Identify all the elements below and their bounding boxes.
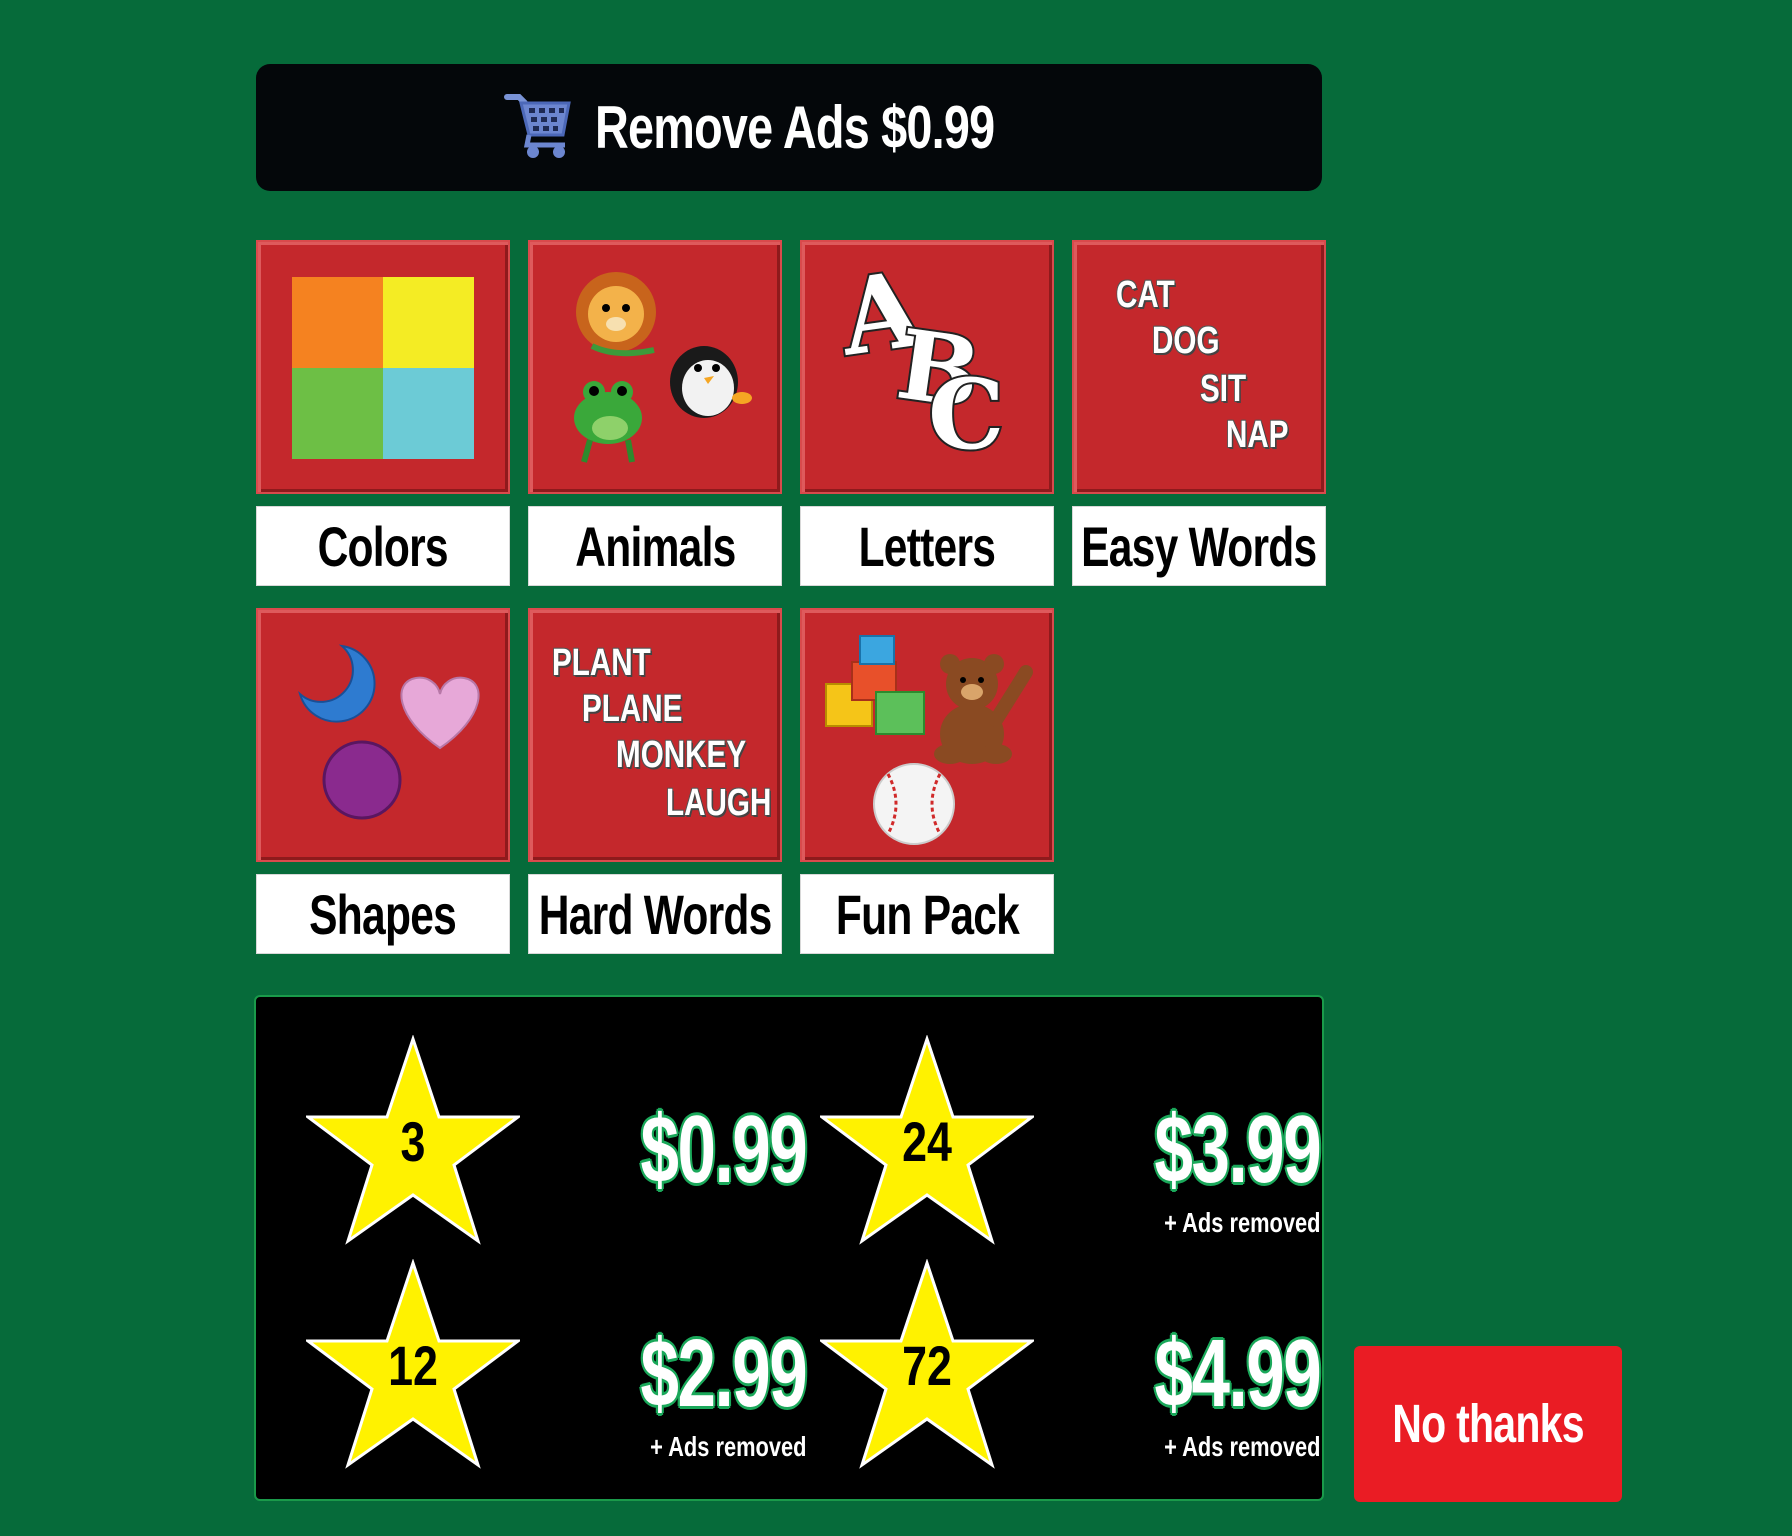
teddy-bear-icon xyxy=(934,654,1033,764)
category-colors-label: Colors xyxy=(317,514,449,578)
category-letters[interactable]: A B C Letters xyxy=(800,240,1054,586)
pack-extra: + Ads removed xyxy=(649,1431,806,1462)
category-hard-words-art: PLANT PLANE MONKEY LAUGH xyxy=(528,608,782,862)
category-easy-words-caption: Easy Words xyxy=(1072,506,1326,586)
category-fun-pack-caption: Fun Pack xyxy=(800,874,1054,954)
easy-word-4: NAP xyxy=(1226,414,1289,456)
remove-ads-button[interactable]: Remove Ads $0.99 xyxy=(256,64,1322,191)
pack-star-count: 24 xyxy=(902,1110,952,1173)
category-animals-label: Animals xyxy=(574,514,736,578)
heart-icon xyxy=(400,676,480,750)
category-hard-words[interactable]: PLANT PLANE MONKEY LAUGH Hard Words xyxy=(528,608,782,954)
frog-icon xyxy=(574,381,642,463)
category-fun-pack-label: Fun Pack xyxy=(835,882,1019,946)
no-thanks-button[interactable]: No thanks xyxy=(1354,1346,1622,1502)
category-hard-words-caption: Hard Words xyxy=(528,874,782,954)
pack-star-count: 72 xyxy=(902,1334,952,1397)
svg-text:C: C xyxy=(928,358,1004,471)
remove-ads-label: Remove Ads $0.99 xyxy=(595,94,995,161)
category-colors[interactable]: Colors xyxy=(256,240,510,586)
category-shapes-caption: Shapes xyxy=(256,874,510,954)
category-easy-words[interactable]: CAT DOG SIT NAP Easy Words xyxy=(1072,240,1326,586)
hard-word-1: PLANT xyxy=(552,642,651,684)
color-squares-icon xyxy=(292,277,474,459)
no-thanks-label: No thanks xyxy=(1392,1394,1584,1454)
category-fun-pack[interactable]: Fun Pack xyxy=(800,608,1054,954)
blocks-icon xyxy=(825,635,925,735)
pack-3-stars[interactable]: 3 $0.99 xyxy=(306,1035,807,1245)
pack-star-count: 12 xyxy=(388,1334,438,1397)
pack-price: $4.99 xyxy=(1154,1320,1321,1427)
category-letters-art: A B C xyxy=(800,240,1054,494)
pack-24-stars[interactable]: 24 $3.99 + Ads removed xyxy=(820,1035,1321,1245)
lion-icon xyxy=(576,272,656,357)
category-animals-caption: Animals xyxy=(528,506,782,586)
easy-word-3: SIT xyxy=(1200,368,1247,410)
category-shapes[interactable]: Shapes xyxy=(256,608,510,954)
animals-icon xyxy=(574,272,752,463)
category-easy-words-label: Easy Words xyxy=(1081,514,1317,578)
baseball-icon xyxy=(873,763,955,845)
category-shapes-art xyxy=(256,608,510,862)
store-screen: Remove Ads $0.99 Colors Animals A B C Le… xyxy=(0,0,1792,1536)
category-shapes-label: Shapes xyxy=(309,882,458,946)
category-colors-art xyxy=(256,240,510,494)
category-colors-caption: Colors xyxy=(256,506,510,586)
pack-72-stars[interactable]: 72 $4.99 + Ads removed xyxy=(820,1259,1321,1469)
category-animals-art xyxy=(528,240,782,494)
penguin-icon xyxy=(670,346,752,418)
pack-price: $2.99 xyxy=(640,1320,807,1427)
hard-word-3: MONKEY xyxy=(616,734,747,776)
category-hard-words-label: Hard Words xyxy=(538,882,773,946)
pack-star-count: 3 xyxy=(400,1110,426,1173)
abc-letters-icon: A B C xyxy=(830,245,1006,473)
star-packs-panel: 3 $0.99 24 $3.99 + Ads removed 12 $2.99 … xyxy=(254,995,1324,1501)
category-animals[interactable]: Animals xyxy=(528,240,782,586)
pack-extra: + Ads removed xyxy=(1163,1431,1320,1462)
circle-icon xyxy=(322,740,402,820)
hard-word-2: PLANE xyxy=(582,688,683,730)
category-letters-label: Letters xyxy=(858,514,996,578)
pack-price: $0.99 xyxy=(640,1096,807,1203)
hard-word-4: LAUGH xyxy=(666,782,772,824)
pack-price: $3.99 xyxy=(1154,1096,1321,1203)
shopping-cart-icon xyxy=(504,93,571,158)
toys-icon xyxy=(825,635,1033,845)
category-easy-words-art: CAT DOG SIT NAP xyxy=(1072,240,1326,494)
shapes-icon xyxy=(298,644,480,820)
easy-word-1: CAT xyxy=(1116,274,1175,316)
category-letters-caption: Letters xyxy=(800,506,1054,586)
easy-words-icon: CAT DOG SIT NAP xyxy=(1072,240,1326,494)
easy-word-2: DOG xyxy=(1152,320,1220,362)
moon-icon xyxy=(298,644,376,723)
pack-12-stars[interactable]: 12 $2.99 + Ads removed xyxy=(306,1259,807,1469)
hard-words-icon: PLANT PLANE MONKEY LAUGH xyxy=(528,608,782,862)
category-fun-pack-art xyxy=(800,608,1054,862)
pack-extra: + Ads removed xyxy=(1163,1207,1320,1238)
